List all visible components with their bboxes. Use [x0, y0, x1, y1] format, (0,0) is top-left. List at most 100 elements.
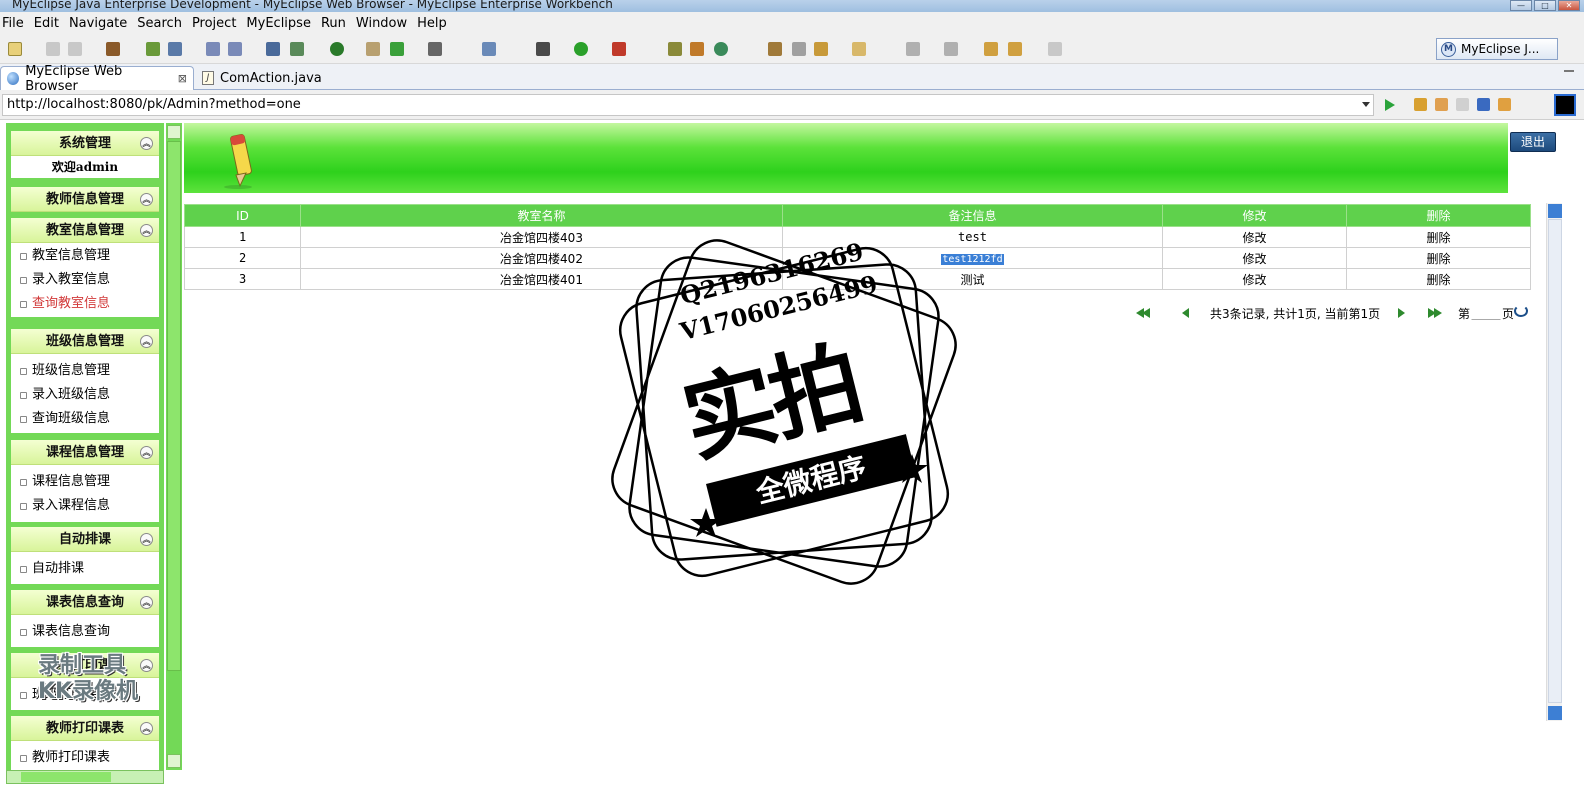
back-icon[interactable] [1008, 42, 1022, 56]
delete-link[interactable]: 删除 [1346, 268, 1531, 290]
page-number-input[interactable] [1471, 304, 1501, 320]
refresh-icon[interactable] [714, 42, 728, 56]
launch-icon[interactable] [290, 42, 304, 56]
favorites-icon[interactable] [1414, 98, 1427, 111]
left-menu-vertical-scrollbar[interactable] [166, 123, 182, 770]
go-page-icon[interactable] [1514, 305, 1528, 317]
left-menu-horizontal-scrollbar[interactable] [6, 770, 164, 784]
close-tab-icon[interactable]: ⊠ [178, 72, 187, 85]
section-header[interactable]: 教室信息管理 ︽ [11, 218, 159, 243]
section-header[interactable]: 课程信息管理 ︽ [11, 440, 159, 465]
menu-myeclipse[interactable]: MyEclipse [244, 16, 319, 31]
menu-edit[interactable]: Edit [32, 16, 67, 31]
build-icon[interactable] [146, 42, 160, 56]
delete-link[interactable]: 删除 [1346, 226, 1531, 248]
section-header[interactable]: 教师信息管理 ︽ [11, 187, 159, 212]
edit-icon[interactable] [206, 42, 220, 56]
minimize-editor-icon[interactable] [1564, 70, 1574, 78]
scroll-up-icon[interactable] [1548, 204, 1562, 218]
menu-file[interactable]: File [0, 16, 32, 31]
console-icon[interactable] [1554, 94, 1576, 116]
menu-window[interactable]: Window [354, 16, 415, 31]
section-header[interactable]: 课表信息查询 ︽ [11, 590, 159, 615]
deploy-icon[interactable] [168, 42, 182, 56]
new-class-icon[interactable] [690, 42, 704, 56]
run-icon[interactable] [574, 42, 588, 56]
save-icon[interactable] [46, 42, 60, 56]
section-header[interactable]: 班级信息管理 ︽ [11, 329, 159, 354]
new-icon[interactable] [8, 42, 22, 56]
sidebar-item-classroom-query[interactable]: 查询教室信息 [11, 292, 159, 316]
section-header[interactable]: 系统管理 ︽ [11, 131, 159, 156]
scroll-thumb[interactable] [1548, 219, 1562, 703]
camera-icon[interactable] [428, 42, 442, 56]
scroll-up-icon[interactable] [167, 125, 181, 139]
sidebar-item-class-add[interactable]: 录入班级信息 [11, 383, 159, 407]
browser-refresh-icon[interactable] [1498, 98, 1511, 111]
sidebar-item-auto-schedule[interactable]: 自动排课 [11, 557, 159, 581]
open-project-icon[interactable] [768, 42, 782, 56]
forward-icon[interactable] [1048, 42, 1062, 56]
sidebar-item-class-query[interactable]: 查询班级信息 [11, 407, 159, 431]
sidebar-item-teacher-print[interactable]: 教师打印课表 [11, 746, 159, 770]
content-vertical-scrollbar[interactable] [1546, 203, 1562, 721]
sidebar-item-class-manage[interactable]: 班级信息管理 [11, 359, 159, 383]
delete-link[interactable]: 删除 [1346, 247, 1531, 269]
menu-run[interactable]: Run [319, 16, 354, 31]
scroll-down-icon[interactable] [167, 754, 181, 768]
collapse-icon[interactable]: ︽ [140, 596, 153, 609]
sidebar-item-course-manage[interactable]: 课程信息管理 [11, 470, 159, 494]
sidebar-item-course-add[interactable]: 录入课程信息 [11, 494, 159, 518]
prev-annotation-icon[interactable] [944, 42, 958, 56]
new-package-icon[interactable] [668, 42, 682, 56]
collapse-icon[interactable]: ︽ [140, 533, 153, 546]
scroll-thumb[interactable] [167, 141, 181, 671]
maximize-button[interactable]: □ [1534, 0, 1556, 11]
sidebar-item-timetable-query[interactable]: 课表信息查询 [11, 620, 159, 644]
minimize-button[interactable]: — [1510, 0, 1532, 11]
last-edit-icon[interactable] [984, 42, 998, 56]
go-icon[interactable] [1385, 99, 1395, 111]
menu-search[interactable]: Search [135, 16, 190, 31]
section-header[interactable]: 教师打印课表 ︽ [11, 716, 159, 741]
last-page-icon[interactable] [1428, 308, 1442, 318]
scroll-down-icon[interactable] [1548, 706, 1562, 720]
edit-link[interactable]: 修改 [1162, 247, 1347, 269]
sidebar-item-classroom-add[interactable]: 录入教室信息 [11, 268, 159, 292]
next-page-icon[interactable] [1398, 308, 1405, 318]
package-icon[interactable] [106, 42, 120, 56]
save-all-icon[interactable] [68, 42, 82, 56]
section-header[interactable]: 自动排课 ︽ [11, 527, 159, 552]
collapse-icon[interactable]: ︽ [140, 224, 153, 237]
perspective-button[interactable]: M MyEclipse J... [1436, 38, 1558, 60]
collapse-icon[interactable]: ︽ [140, 446, 153, 459]
menu-navigate[interactable]: Navigate [67, 16, 135, 31]
collapse-icon[interactable]: ︽ [140, 137, 153, 150]
edit-link[interactable]: 修改 [1162, 226, 1347, 248]
sidebar-item-classroom-manage[interactable]: 教室信息管理 [11, 244, 159, 268]
browser-stop-icon[interactable] [1477, 98, 1490, 111]
collapse-icon[interactable]: ︽ [140, 193, 153, 206]
browser-forward-icon[interactable] [1456, 98, 1469, 111]
collapse-icon[interactable]: ︽ [140, 335, 153, 348]
logout-button[interactable]: 退出 [1510, 132, 1556, 152]
browse-icon[interactable] [228, 42, 242, 56]
server-icon[interactable] [266, 42, 280, 56]
tab-comaction-java[interactable]: J ComAction.java [196, 66, 342, 90]
scroll-thumb[interactable] [21, 772, 111, 782]
search-folder-icon[interactable] [852, 42, 866, 56]
close-window-button[interactable]: ✕ [1558, 0, 1580, 11]
open-type-icon[interactable] [390, 42, 404, 56]
first-page-icon[interactable] [1136, 308, 1150, 318]
url-input[interactable]: http://localhost:8080/pk/Admin?method=on… [2, 94, 1374, 116]
folder-icon[interactable] [366, 42, 380, 56]
prev-page-icon[interactable] [1182, 308, 1189, 318]
menu-project[interactable]: Project [190, 16, 244, 31]
edit-link[interactable]: 修改 [1162, 268, 1347, 290]
menu-help[interactable]: Help [415, 16, 455, 31]
next-annotation-icon[interactable] [906, 42, 920, 56]
class-icon[interactable] [482, 42, 496, 56]
open-file-icon[interactable] [814, 42, 828, 56]
pin-icon[interactable] [792, 42, 806, 56]
collapse-icon[interactable]: ︽ [140, 722, 153, 735]
